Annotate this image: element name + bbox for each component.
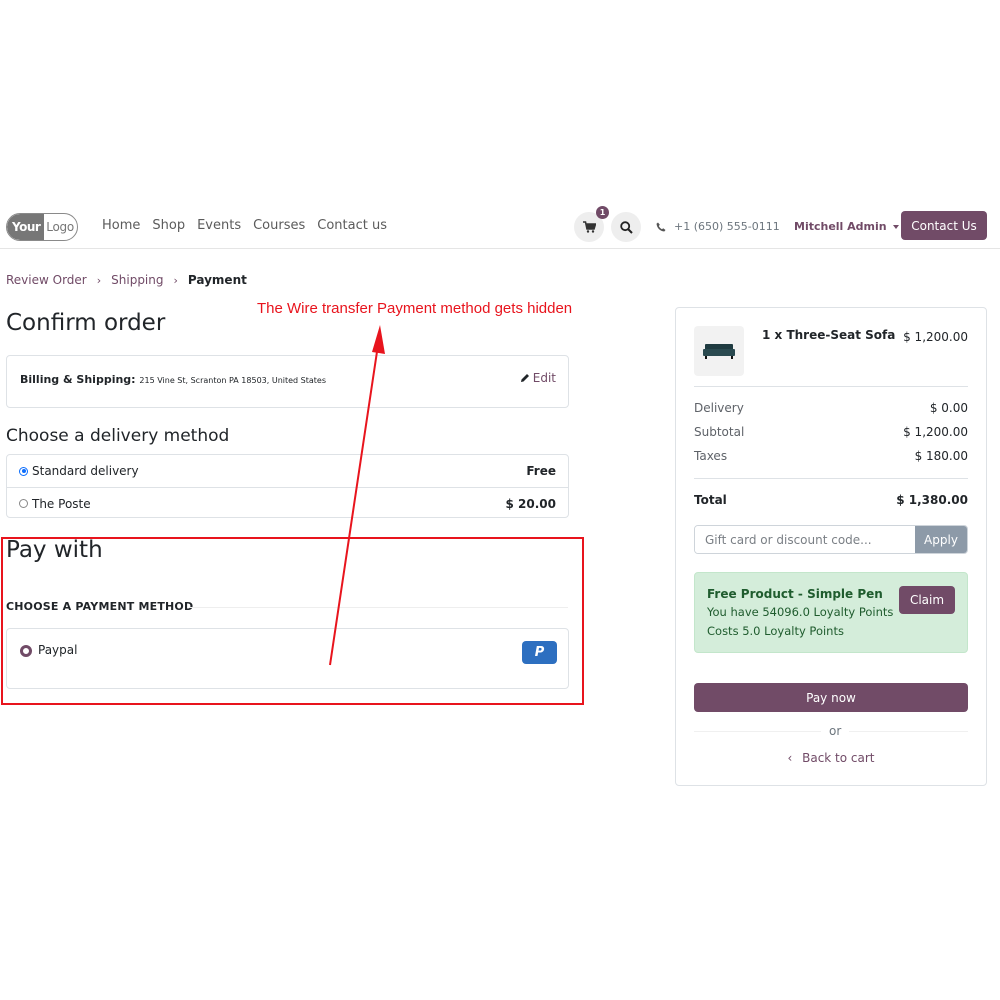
delivery-option-standard[interactable]: Standard delivery Free (7, 455, 568, 487)
edit-label: Edit (532, 371, 556, 385)
billing-address: 215 Vine St, Scranton PA 18503, United S… (139, 376, 327, 385)
paypal-logo-icon: P (522, 641, 557, 664)
user-name: Mitchell Admin (794, 220, 887, 233)
or-separator: or (821, 724, 850, 738)
delivery-label: Delivery (694, 401, 744, 415)
delivery-option-label: Standard delivery (32, 464, 139, 478)
logo-text-your: Your (7, 214, 45, 240)
payment-method-header: CHOOSE A PAYMENT METHOD (6, 600, 194, 613)
taxes-row: Taxes $ 180.00 (694, 449, 968, 463)
subtotal-row: Subtotal $ 1,200.00 (694, 425, 968, 439)
chevron-left-icon: ‹ (787, 751, 793, 765)
nav-link-home[interactable]: Home (102, 218, 140, 233)
breadcrumb-separator-icon: › (173, 273, 178, 287)
reward-points: You have 54096.0 Loyalty Points (707, 605, 894, 619)
phone-number: +1 (650) 555-0111 (674, 220, 780, 233)
apply-button[interactable]: Apply (915, 526, 967, 553)
cart-button[interactable]: 1 (574, 206, 609, 242)
product-price: $ 1,200.00 (903, 330, 968, 344)
delivery-option-poste[interactable]: The Poste $ 20.00 (7, 487, 568, 519)
promo-code-group: Apply (694, 525, 968, 554)
divider (190, 607, 568, 608)
radio-unselected-icon[interactable] (19, 499, 28, 508)
search-icon (619, 220, 633, 234)
payment-option-label: Paypal (38, 643, 78, 657)
cart-count-badge: 1 (596, 206, 609, 219)
divider (694, 478, 968, 479)
nav-link-courses[interactable]: Courses (253, 218, 305, 233)
delivery-option-label: The Poste (32, 496, 91, 511)
divider (694, 386, 968, 387)
billing-shipping-card: Billing & Shipping: 215 Vine St, Scranto… (6, 355, 569, 408)
taxes-label: Taxes (694, 449, 728, 463)
back-to-cart-label: Back to cart (802, 751, 875, 765)
delivery-option-price: $ 20.00 (505, 496, 556, 511)
product-image (694, 326, 744, 376)
breadcrumb-payment: Payment (187, 273, 247, 287)
site-logo[interactable]: Your Logo (6, 213, 78, 241)
annotation-text: The Wire transfer Payment method gets hi… (257, 300, 573, 317)
payment-option-paypal[interactable]: Paypal P (6, 628, 569, 689)
nav-link-shop[interactable]: Shop (152, 218, 185, 233)
nav-link-contact-us[interactable]: Contact us (317, 218, 387, 233)
delivery-value: $ 0.00 (929, 401, 968, 415)
page-title: Confirm order (6, 310, 166, 336)
product-name[interactable]: 1 x Three-Seat Sofa (762, 328, 895, 342)
total-value: $ 1,380.00 (896, 493, 968, 507)
delivery-row: Delivery $ 0.00 (694, 401, 968, 415)
subtotal-label: Subtotal (694, 425, 745, 439)
pay-now-button[interactable]: Pay now (694, 683, 968, 712)
phone-link[interactable]: +1 (650) 555-0111 (656, 220, 780, 233)
billing-label: Billing & Shipping: 215 Vine St, Scranto… (20, 373, 326, 386)
breadcrumb-separator-icon: › (96, 273, 102, 287)
reward-card: Free Product - Simple Pen You have 54096… (694, 572, 968, 653)
edit-address-link[interactable]: Edit (520, 371, 556, 385)
breadcrumb-shipping[interactable]: Shipping (111, 273, 163, 287)
pay-with-title: Pay with (6, 537, 103, 563)
back-to-cart-link[interactable]: ‹ Back to cart (676, 751, 986, 765)
reward-cost: Costs 5.0 Loyalty Points (707, 624, 844, 638)
taxes-value: $ 180.00 (914, 449, 968, 463)
user-menu[interactable]: Mitchell Admin (794, 220, 899, 233)
cart-icon (582, 221, 596, 233)
main-menu: Home Shop Events Courses Contact us (102, 218, 387, 233)
claim-button[interactable]: Claim (899, 586, 955, 614)
pencil-icon (520, 374, 529, 382)
radio-selected-icon[interactable] (19, 466, 28, 476)
phone-icon (656, 222, 666, 231)
checkout-breadcrumb: Review Order › Shipping › Payment (6, 273, 247, 287)
order-summary-card: 1 x Three-Seat Sofa $ 1,200.00 Delivery … (675, 307, 987, 786)
breadcrumb-review-order[interactable]: Review Order (6, 273, 87, 287)
search-button[interactable] (611, 212, 641, 242)
delivery-option-price: Free (526, 464, 556, 478)
reward-title: Free Product - Simple Pen (707, 587, 883, 601)
subtotal-value: $ 1,200.00 (903, 425, 968, 439)
chevron-down-icon (892, 224, 899, 229)
total-label: Total (694, 493, 727, 507)
promo-code-input[interactable] (695, 526, 915, 553)
radio-selected-icon[interactable] (20, 645, 32, 657)
delivery-method-list: Standard delivery Free The Poste $ 20.00 (6, 454, 569, 518)
contact-us-button[interactable]: Contact Us (901, 211, 987, 240)
nav-link-events[interactable]: Events (197, 218, 241, 233)
sofa-icon (703, 344, 735, 359)
delivery-section-title: Choose a delivery method (6, 426, 230, 446)
top-navbar: Your Logo Home Shop Events Courses Conta… (0, 205, 1000, 249)
total-row: Total $ 1,380.00 (694, 493, 968, 507)
billing-label-text: Billing & Shipping: (20, 373, 136, 386)
logo-text-logo: Logo (46, 220, 74, 234)
